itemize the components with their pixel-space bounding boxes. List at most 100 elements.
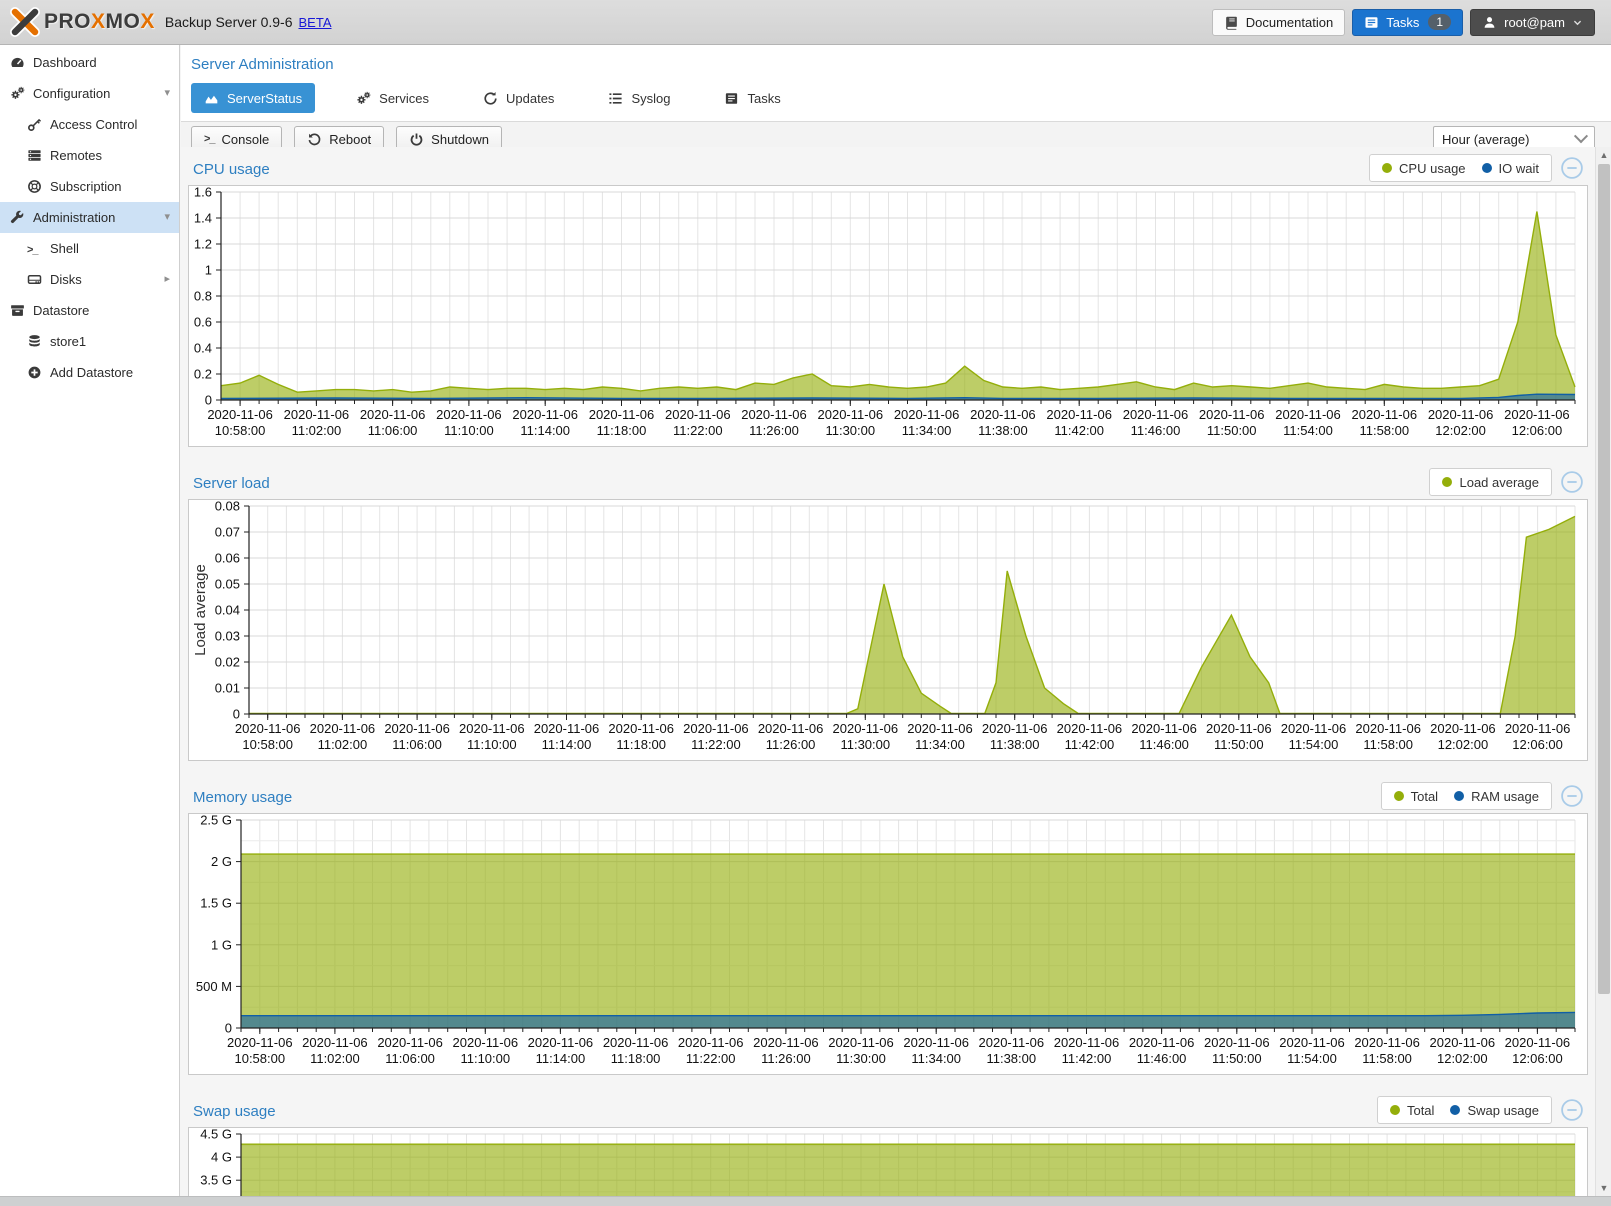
- expand-arrow-icon[interactable]: ▸: [164, 274, 170, 285]
- sidebar-item-disks[interactable]: Disks▸: [0, 264, 179, 295]
- lifering-icon: [27, 179, 42, 194]
- sidebar-item-shell[interactable]: >_Shell: [0, 233, 179, 264]
- tab-services[interactable]: Services: [343, 83, 442, 113]
- svg-text:11:14:00: 11:14:00: [536, 1051, 586, 1066]
- tab-syslog[interactable]: Syslog: [595, 83, 683, 113]
- sidebar-item-add-datastore[interactable]: Add Datastore: [0, 357, 179, 388]
- svg-text:0.04: 0.04: [215, 603, 240, 618]
- gears-icon: [10, 86, 25, 101]
- documentation-label: Documentation: [1246, 15, 1333, 30]
- chart-plot-cpu: 00.20.40.60.811.21.41.62020-11-0610:58:0…: [189, 186, 1587, 446]
- svg-text:1: 1: [205, 263, 212, 278]
- scroll-down-arrow[interactable]: ▼: [1596, 1183, 1611, 1193]
- tab-tasks[interactable]: Tasks: [711, 83, 793, 113]
- sidebar-item-configuration[interactable]: Configuration ▾: [0, 78, 179, 109]
- svg-text:0.4: 0.4: [194, 341, 212, 356]
- brand-wordmark: PROXMOX: [44, 10, 155, 34]
- sidebar-item-label: Configuration: [33, 86, 110, 101]
- database-icon: [27, 334, 42, 349]
- vertical-scrollbar[interactable]: ▲ ▼: [1595, 147, 1611, 1196]
- svg-text:2020-11-06: 2020-11-06: [1428, 407, 1494, 422]
- svg-text:2020-11-06: 2020-11-06: [608, 721, 674, 736]
- tab-label: Services: [379, 91, 429, 106]
- collapse-arrow-icon[interactable]: ▾: [164, 212, 170, 223]
- svg-text:2020-11-06: 2020-11-06: [970, 407, 1036, 422]
- tab-serverstatus[interactable]: ServerStatus: [191, 83, 315, 113]
- refresh-icon: [483, 91, 498, 106]
- svg-text:0: 0: [205, 393, 212, 408]
- svg-text:4.5 G: 4.5 G: [200, 1128, 232, 1142]
- legend-item-io-wait[interactable]: IO wait: [1482, 161, 1539, 176]
- collapse-panel-button[interactable]: [1560, 470, 1584, 494]
- horizontal-scrollbar[interactable]: [0, 1196, 1611, 1206]
- chart-title-cpu: CPU usage: [193, 161, 270, 178]
- svg-text:2020-11-06: 2020-11-06: [1505, 721, 1571, 736]
- svg-text:11:50:00: 11:50:00: [1214, 737, 1264, 752]
- svg-text:1 G: 1 G: [211, 937, 232, 952]
- legend-item-ram-usage[interactable]: RAM usage: [1454, 789, 1539, 804]
- svg-text:0: 0: [225, 1021, 232, 1036]
- svg-text:0.01: 0.01: [215, 681, 240, 696]
- collapse-panel-button[interactable]: [1560, 156, 1584, 180]
- svg-text:Load average: Load average: [192, 564, 209, 656]
- chart-title-load: Server load: [193, 475, 270, 492]
- svg-text:2020-11-06: 2020-11-06: [1275, 407, 1341, 422]
- legend-item-cpu-usage[interactable]: CPU usage: [1382, 161, 1465, 176]
- sidebar-nav: Dashboard Configuration ▾ Access ControlRem…: [0, 45, 180, 1196]
- documentation-button[interactable]: Documentation: [1212, 9, 1345, 36]
- svg-text:2020-11-06: 2020-11-06: [907, 721, 973, 736]
- sidebar-item-access-control[interactable]: Access Control: [0, 109, 179, 140]
- sidebar-item-subscription[interactable]: Subscription: [0, 171, 179, 202]
- svg-text:10:58:00: 10:58:00: [234, 1051, 285, 1066]
- svg-text:11:06:00: 11:06:00: [368, 423, 418, 438]
- svg-text:2020-11-06: 2020-11-06: [683, 721, 749, 736]
- legend-item-total[interactable]: Total: [1390, 1103, 1434, 1118]
- sidebar-item-store1[interactable]: store1: [0, 326, 179, 357]
- svg-text:2020-11-06: 2020-11-06: [758, 721, 824, 736]
- svg-text:2020-11-06: 2020-11-06: [1430, 721, 1496, 736]
- svg-text:1.2: 1.2: [194, 237, 212, 252]
- svg-text:2020-11-06: 2020-11-06: [528, 1035, 594, 1050]
- svg-text:11:38:00: 11:38:00: [978, 423, 1028, 438]
- svg-text:11:46:00: 11:46:00: [1131, 423, 1181, 438]
- beta-link[interactable]: BETA: [299, 15, 332, 30]
- svg-text:11:18:00: 11:18:00: [597, 423, 647, 438]
- svg-text:0: 0: [233, 707, 240, 722]
- svg-text:11:38:00: 11:38:00: [990, 737, 1040, 752]
- svg-text:12:06:00: 12:06:00: [1512, 1051, 1563, 1066]
- chart-title-swap: Swap usage: [193, 1103, 276, 1120]
- chart-plot-load: 00.010.020.030.040.050.060.070.082020-11…: [189, 500, 1587, 760]
- svg-text:2020-11-06: 2020-11-06: [534, 721, 600, 736]
- collapse-panel-button[interactable]: [1560, 784, 1584, 808]
- user-menu-button[interactable]: root@pam: [1470, 9, 1595, 36]
- sidebar-item-remotes[interactable]: Remotes: [0, 140, 179, 171]
- scroll-up-arrow[interactable]: ▲: [1596, 150, 1611, 160]
- collapse-arrow-icon[interactable]: ▾: [164, 88, 170, 99]
- svg-text:11:10:00: 11:10:00: [467, 737, 517, 752]
- svg-text:2020-11-06: 2020-11-06: [818, 407, 884, 422]
- legend-item-swap-usage[interactable]: Swap usage: [1450, 1103, 1539, 1118]
- svg-text:1.4: 1.4: [194, 211, 212, 226]
- svg-text:2020-11-06: 2020-11-06: [459, 721, 525, 736]
- vertical-scrollbar-thumb[interactable]: [1598, 164, 1610, 994]
- svg-text:0.8: 0.8: [194, 289, 212, 304]
- svg-text:2020-11-06: 2020-11-06: [828, 1035, 894, 1050]
- svg-text:2020-11-06: 2020-11-06: [665, 407, 731, 422]
- tasks-button[interactable]: Tasks 1: [1352, 9, 1463, 36]
- svg-text:0.02: 0.02: [215, 655, 240, 670]
- legend-item-total[interactable]: Total: [1394, 789, 1438, 804]
- tab-updates[interactable]: Updates: [470, 83, 567, 113]
- sidebar-item-datastore[interactable]: Datastore: [0, 295, 179, 326]
- svg-text:2020-11-06: 2020-11-06: [603, 1035, 669, 1050]
- svg-text:2020-11-06: 2020-11-06: [310, 721, 376, 736]
- sidebar-item-administration[interactable]: Administration▾: [0, 202, 179, 233]
- chart-legend-swap: Total Swap usage: [1377, 1096, 1552, 1124]
- legend-dot: [1450, 1105, 1460, 1115]
- sidebar-item-dashboard[interactable]: Dashboard: [0, 47, 179, 78]
- legend-item-load-average[interactable]: Load average: [1442, 475, 1539, 490]
- chart-title-memory: Memory usage: [193, 789, 292, 806]
- legend-label: CPU usage: [1399, 161, 1465, 176]
- collapse-panel-button[interactable]: [1560, 1098, 1584, 1122]
- svg-text:2020-11-06: 2020-11-06: [1046, 407, 1112, 422]
- svg-text:11:14:00: 11:14:00: [542, 737, 592, 752]
